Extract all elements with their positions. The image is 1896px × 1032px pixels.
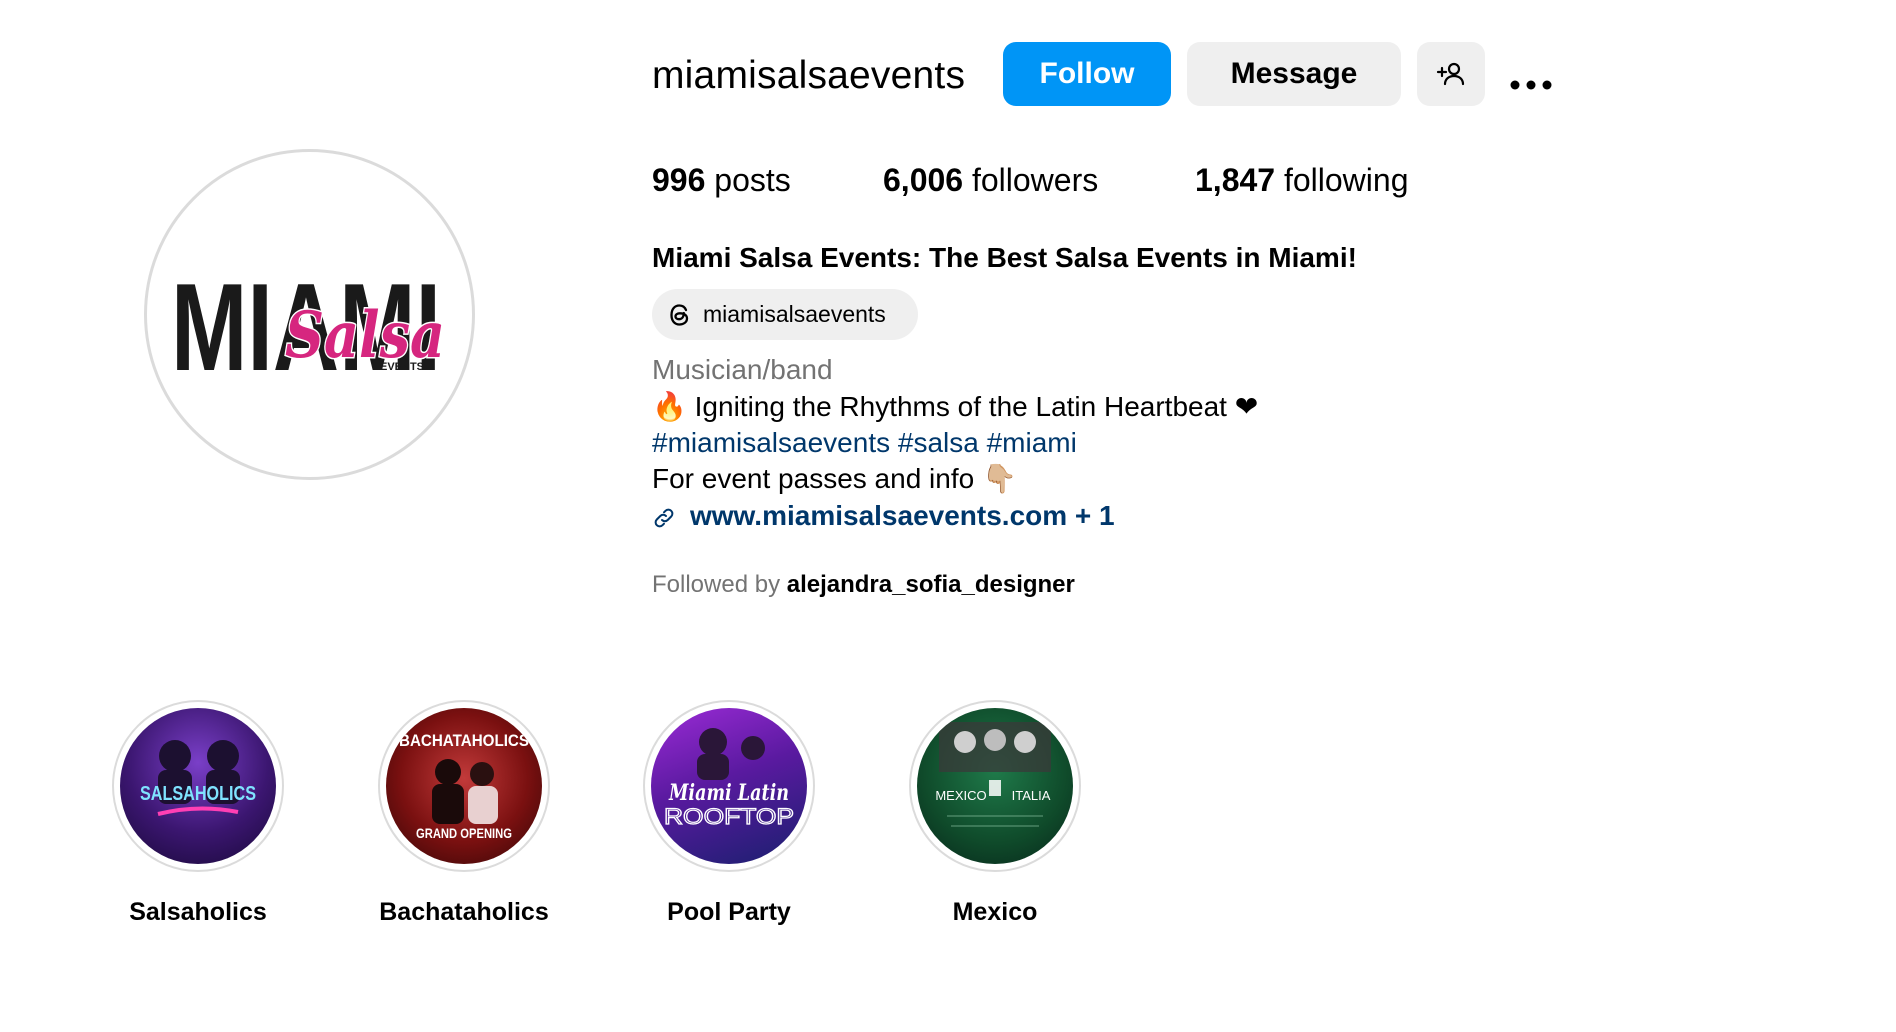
bio-tagline: 🔥 Igniting the Rhythms of the Latin Hear… xyxy=(652,391,1259,422)
follow-button[interactable]: Follow xyxy=(1003,42,1171,106)
followed-by-user: alejandra_sofia_designer xyxy=(786,571,1075,598)
person-plus-icon xyxy=(1436,62,1465,86)
logo-events-text: EVENTS xyxy=(380,361,424,373)
story-highlight[interactable]: SALSAHOLICS Salsaholics xyxy=(98,700,298,930)
posts-count-value: 996 xyxy=(652,162,706,198)
story-highlight[interactable]: BACHATAHOLICS GRAND OPENING Bachataholic… xyxy=(364,700,564,930)
posts-count-label: posts xyxy=(714,162,791,198)
highlight-label: Bachataholics xyxy=(379,898,549,926)
highlight-thumb-subtitle: ROOFTOP xyxy=(664,804,794,829)
followers-count[interactable]: 6,006 followers xyxy=(883,158,1098,202)
followers-count-label: followers xyxy=(971,162,1099,198)
highlight-ring: Miami Latin ROOFTOP xyxy=(643,700,815,872)
bio-website-link[interactable]: www.miamisalsaevents.com + 1 xyxy=(652,496,1115,536)
highlight-ring: SALSAHOLICS xyxy=(112,700,284,872)
bio-website-text: www.miamisalsaevents.com + 1 xyxy=(690,500,1115,531)
highlight-ring: BACHATAHOLICS GRAND OPENING xyxy=(378,700,550,872)
highlight-thumb-title: MEXICO xyxy=(935,788,986,803)
more-horizontal-icon xyxy=(1510,80,1552,90)
profile-category: Musician/band xyxy=(652,354,833,385)
more-options-button[interactable] xyxy=(1503,50,1559,98)
highlight-label: Salsaholics xyxy=(129,898,267,926)
story-highlight[interactable]: Miami Latin ROOFTOP Pool Party xyxy=(629,700,829,930)
following-count-value: 1,847 xyxy=(1195,162,1276,198)
highlight-ring: MEXICO ITALIA xyxy=(909,700,1081,872)
highlight-thumbnail: BACHATAHOLICS GRAND OPENING xyxy=(386,708,542,864)
story-highlight[interactable]: MEXICO ITALIA Mexico xyxy=(895,700,1095,930)
add-user-button[interactable] xyxy=(1417,42,1485,106)
followed-by-prefix: Followed by xyxy=(652,571,781,598)
profile-username: miamisalsaevents xyxy=(652,54,966,97)
following-count[interactable]: 1,847 following xyxy=(1195,158,1408,202)
highlight-thumb-title: Miami Latin xyxy=(668,780,789,806)
followed-by[interactable]: Followed by alejandra_sofia_designer xyxy=(652,567,1075,603)
message-button[interactable]: Message xyxy=(1187,42,1401,106)
profile-avatar[interactable]: MIAMI MIAMI Salsa EVENTS xyxy=(144,149,475,480)
bio-info-text: For event passes and info 👇🏼 xyxy=(652,463,1017,494)
profile-full-name: Miami Salsa Events: The Best Salsa Event… xyxy=(652,242,1357,273)
highlight-thumbnail: MEXICO ITALIA xyxy=(917,708,1073,864)
highlight-art: BACHATAHOLICS GRAND OPENING xyxy=(399,731,529,841)
highlight-thumb-subtitle: ITALIA xyxy=(1012,788,1051,803)
highlight-art: MEXICO ITALIA xyxy=(935,722,1051,827)
highlight-thumbnail: Miami Latin ROOFTOP xyxy=(651,708,807,864)
threads-icon xyxy=(670,303,689,326)
highlight-thumb-title: BACHATAHOLICS xyxy=(399,731,529,750)
followers-count-value: 6,006 xyxy=(883,162,964,198)
threads-badge[interactable]: miamisalsaevents xyxy=(652,289,918,340)
highlight-thumb-title: SALSAHOLICS xyxy=(140,783,256,805)
following-count-label: following xyxy=(1283,162,1409,198)
link-icon xyxy=(654,508,674,527)
highlight-thumbnail: SALSAHOLICS xyxy=(120,708,276,864)
threads-handle: miamisalsaevents xyxy=(703,301,886,327)
bio-hashtags[interactable]: #miamisalsaevents #salsa #miami xyxy=(652,423,1077,463)
highlight-art: Miami Latin ROOFTOP xyxy=(663,728,795,830)
highlight-art: SALSAHOLICS xyxy=(140,740,256,816)
highlight-label: Pool Party xyxy=(667,898,791,926)
miami-salsa-logo: MIAMI MIAMI Salsa EVENTS xyxy=(171,259,447,397)
highlight-label: Mexico xyxy=(952,898,1038,926)
posts-count: 996 posts xyxy=(652,158,791,202)
highlight-thumb-subtitle: GRAND OPENING xyxy=(416,825,512,841)
